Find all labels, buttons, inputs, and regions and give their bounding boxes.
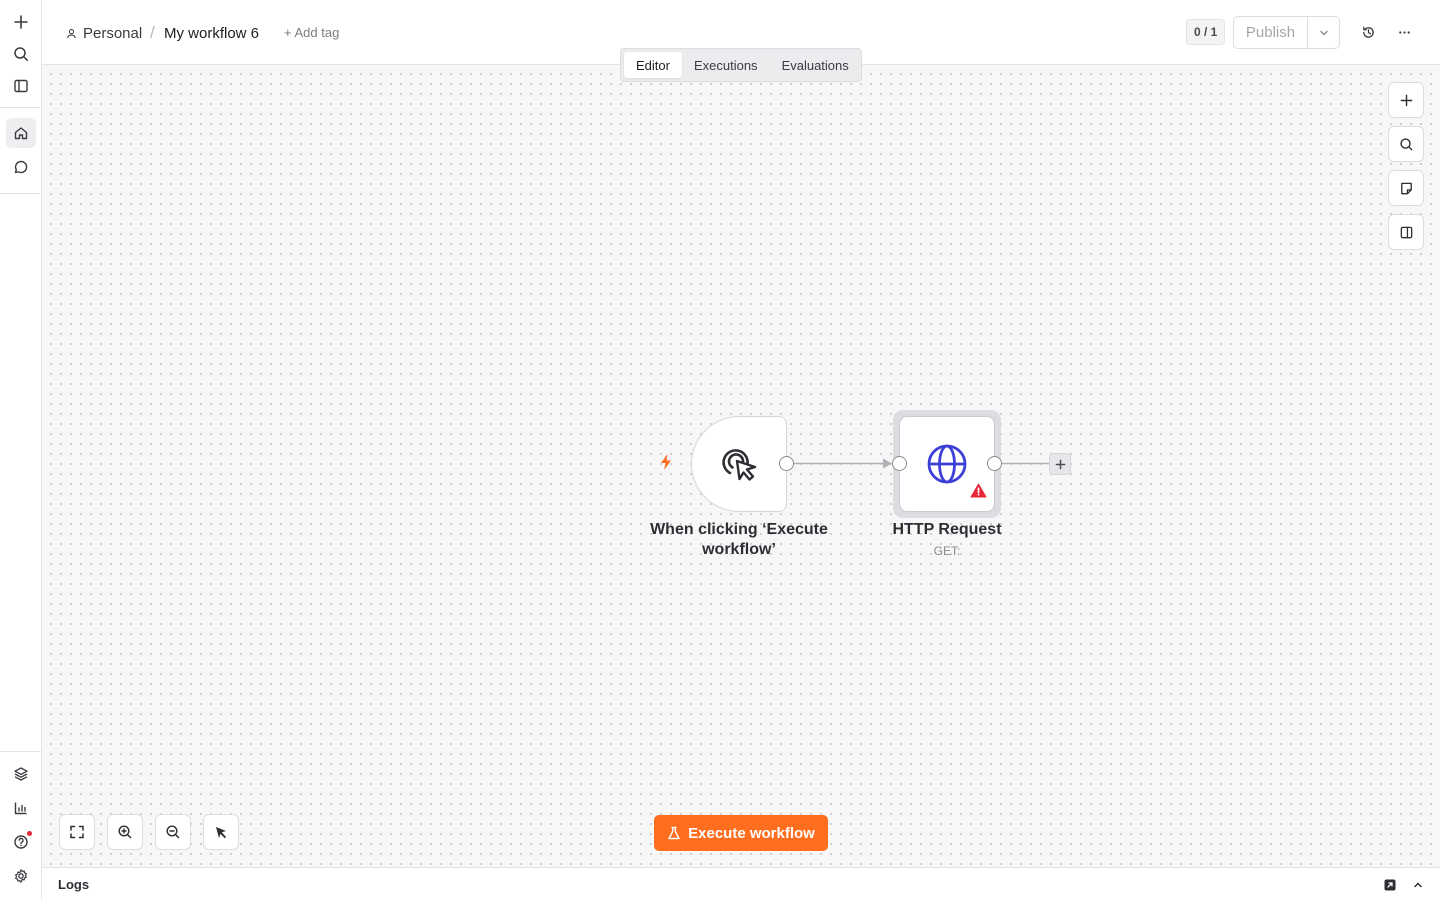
toggle-sidebar-icon[interactable] — [6, 71, 36, 101]
logs-panel-bar[interactable]: Logs — [42, 867, 1440, 900]
tab-executions[interactable]: Executions — [682, 52, 770, 78]
zoom-in-icon[interactable] — [107, 814, 143, 850]
tidy-up-wand-icon[interactable] — [203, 814, 239, 850]
node-http-request[interactable] — [899, 416, 995, 512]
trigger-output-handle[interactable] — [779, 456, 794, 471]
create-plus-icon[interactable] — [6, 7, 36, 37]
chevron-up-icon[interactable] — [1408, 875, 1428, 895]
http-output-handle[interactable] — [987, 456, 1002, 471]
node-title-trigger: When clicking ‘Execute workflow’ — [650, 521, 828, 558]
chat-icon[interactable] — [6, 152, 36, 182]
globe-icon — [927, 444, 967, 484]
publish-button-group: Publish — [1233, 16, 1340, 49]
help-icon[interactable] — [6, 827, 36, 857]
workflow-name[interactable]: My workflow 6 — [164, 22, 259, 44]
notification-dot — [27, 831, 32, 836]
home-icon[interactable] — [6, 118, 36, 148]
warning-triangle-icon[interactable] — [970, 483, 987, 503]
tab-evaluations[interactable]: Evaluations — [770, 52, 861, 78]
zoom-out-icon[interactable] — [155, 814, 191, 850]
more-options-icon[interactable] — [1392, 20, 1416, 44]
trigger-bolt-icon — [658, 453, 674, 476]
flask-icon — [668, 826, 680, 840]
pop-out-icon[interactable] — [1380, 875, 1400, 895]
user-icon — [67, 28, 76, 38]
view-tabs: Editor Executions Evaluations — [620, 48, 862, 82]
workflow-counter-badge: 0 / 1 — [1186, 19, 1226, 45]
node-manual-trigger[interactable] — [691, 416, 787, 512]
rail-divider — [0, 107, 41, 108]
canvas-zoom-toolbar — [59, 814, 251, 850]
history-icon[interactable] — [1356, 20, 1380, 44]
publish-dropdown-button[interactable] — [1308, 17, 1339, 48]
left-sidebar — [0, 0, 42, 900]
logs-label: Logs — [58, 877, 90, 892]
rail-divider — [0, 193, 41, 194]
search-icon[interactable] — [6, 39, 36, 69]
add-tag-button[interactable]: + Add tag — [284, 25, 339, 40]
rail-divider — [0, 751, 41, 752]
project-label: Personal — [83, 24, 143, 42]
workflow-canvas[interactable]: When clicking ‘Execute workflow’ HTTP Re… — [42, 65, 1440, 867]
node-title-http: HTTP Request — [892, 521, 1002, 538]
cursor-click-icon — [722, 449, 757, 481]
chevron-down-icon — [1319, 30, 1328, 35]
http-input-handle[interactable] — [892, 456, 907, 471]
breadcrumb-project[interactable]: Personal — [66, 22, 142, 44]
tab-editor[interactable]: Editor — [624, 52, 682, 78]
insights-chart-icon[interactable] — [6, 793, 36, 823]
templates-layers-icon[interactable] — [6, 759, 36, 789]
settings-gear-icon[interactable] — [6, 861, 36, 891]
execute-workflow-button[interactable]: Execute workflow — [654, 815, 828, 851]
breadcrumb-separator: / — [150, 23, 155, 42]
fit-view-icon[interactable] — [59, 814, 95, 850]
publish-button[interactable]: Publish — [1234, 17, 1308, 48]
connection-arrow — [883, 458, 892, 469]
plus-icon — [1055, 459, 1065, 469]
add-next-node-button[interactable] — [1049, 453, 1071, 475]
node-subtitle-http: GET: — [933, 544, 961, 558]
execute-workflow-label: Execute workflow — [688, 824, 815, 842]
